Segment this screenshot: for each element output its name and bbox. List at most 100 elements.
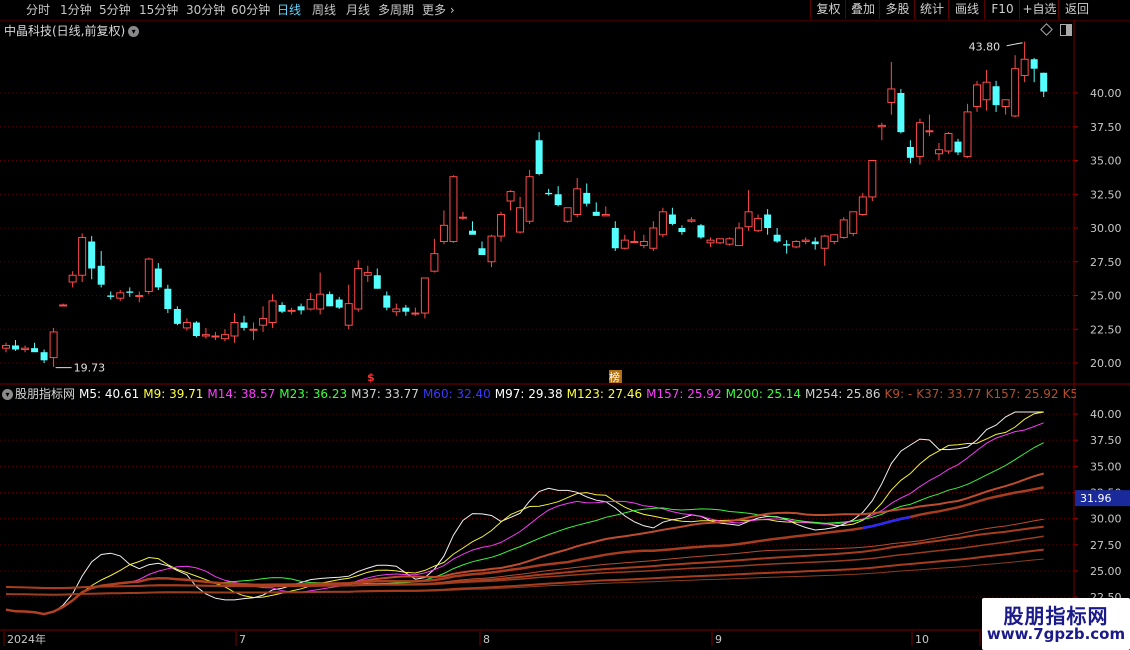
candle-body-up xyxy=(78,236,87,276)
candle-body-up xyxy=(287,309,296,312)
price-tick-label: 35.00 xyxy=(1090,155,1122,168)
candle-body-up xyxy=(516,207,525,233)
period-tab-3[interactable]: 15分钟 xyxy=(139,2,178,18)
candle-body-down xyxy=(40,352,48,361)
period-tab-1[interactable]: 1分钟 xyxy=(60,2,92,18)
candle-body-up xyxy=(982,81,991,101)
candle-body-down xyxy=(783,244,791,246)
price-tick-label: 30.00 xyxy=(1090,222,1122,235)
candle-body-up xyxy=(801,239,810,242)
period-tab-10[interactable]: 更多 › xyxy=(422,2,455,18)
candle-body-up xyxy=(649,227,658,249)
date-label: 7 xyxy=(239,633,246,646)
indicator-value-3: M23: 36.23 xyxy=(279,387,348,401)
price-tick-label: 37.50 xyxy=(1090,121,1122,134)
candle-body-down xyxy=(192,322,200,336)
candle-body-up xyxy=(839,219,848,238)
candle-body-up xyxy=(1011,68,1020,117)
toolbar-button-7[interactable]: 返回 xyxy=(1058,0,1095,19)
candle-body-up xyxy=(411,312,420,315)
candle-body-up xyxy=(973,84,982,108)
candle-body-up xyxy=(754,218,763,232)
watermark-url: www.7gpzb.com xyxy=(986,625,1126,643)
candle-body-down xyxy=(154,268,162,288)
candle-body-down xyxy=(326,294,334,307)
indicator-tick-label: 25.00 xyxy=(1090,565,1122,578)
indicator-legend: ▾ 股朋指标网 M5: 40.61 M9: 39.71 M14: 38.57 M23: 3… xyxy=(2,386,1076,402)
period-toolbar: 分时 1分钟 5分钟 15分钟 30分钟 60分钟 日线 周线 月线 多周期 更多 › 复权 叠加 多股统… xyxy=(0,0,1130,21)
period-tab-4[interactable]: 30分钟 xyxy=(186,2,225,18)
candle-body-up xyxy=(877,124,886,128)
candle-body-up xyxy=(430,253,439,272)
price-tick-label: 27.50 xyxy=(1090,256,1122,269)
date-label: 2024年 xyxy=(7,632,46,646)
candle-body-up xyxy=(1001,99,1010,107)
candle-body-up xyxy=(316,293,325,310)
candle-body-up xyxy=(392,308,401,313)
period-tab-2[interactable]: 5分钟 xyxy=(99,2,131,18)
candle-body-up xyxy=(135,295,144,297)
candle-body-up xyxy=(887,88,896,103)
toolbar-button-0[interactable]: 复权 xyxy=(810,0,846,19)
indicator-value-5: M60: 32.40 xyxy=(422,387,491,401)
candle-body-up xyxy=(915,122,924,157)
candle-body-up xyxy=(620,239,629,249)
toolbar-button-5[interactable]: F10 xyxy=(984,0,1020,19)
candle-body-up xyxy=(868,160,877,198)
indicator-value-2: M14: 38.57 xyxy=(207,387,276,401)
candle-body-down xyxy=(468,230,476,235)
kline-chart[interactable]: 40.00 37.50 35.00 32.50 30.00 27.50 25.00 22.50… xyxy=(0,20,1130,650)
indicator-menu-icon[interactable]: ▾ xyxy=(2,389,13,400)
candle-body-up xyxy=(525,176,534,222)
toolbar-button-1[interactable]: 叠加 xyxy=(845,0,880,19)
watermark-logo: 股朋指标网 www.7gpzb.com xyxy=(982,598,1130,650)
candle-body-up xyxy=(944,133,953,152)
candle-body-down xyxy=(478,248,486,255)
indicator-value-9: M200: 25.14 xyxy=(725,387,802,401)
period-tab-9[interactable]: 多周期 xyxy=(378,2,414,18)
indicator-tick-label: 37.50 xyxy=(1090,434,1122,447)
date-label: 8 xyxy=(483,633,490,646)
period-tab-7[interactable]: 周线 xyxy=(312,2,336,18)
candle-body-down xyxy=(592,211,600,216)
toolbar-button-6[interactable]: +自选 xyxy=(1019,0,1059,19)
candle-body-up xyxy=(59,304,68,307)
period-tab-5[interactable]: 60分钟 xyxy=(231,2,270,18)
indicator-tick-label: 27.50 xyxy=(1090,539,1122,552)
candle-body-up xyxy=(201,334,210,337)
period-tab-0[interactable]: 分时 xyxy=(26,2,50,18)
candle-body-down xyxy=(897,93,905,133)
candle-body-up xyxy=(820,235,829,249)
toolbar-button-2[interactable]: 多股 xyxy=(879,0,915,19)
candle-body-up xyxy=(573,188,582,216)
candle-body-up xyxy=(68,274,77,283)
candle-body-up xyxy=(706,239,715,244)
toolbar-button-4[interactable]: 画线 xyxy=(948,0,985,19)
indicator-value-7: M123: 27.46 xyxy=(566,387,643,401)
indicator-tick-label: 30.00 xyxy=(1090,513,1122,526)
indicator-value-6: M97: 29.38 xyxy=(494,387,563,401)
candle-body-down xyxy=(373,275,381,289)
candle-body-up xyxy=(497,214,506,237)
indicator-tick-label: 35.00 xyxy=(1090,460,1122,473)
indicator-value-0: M5: 40.61 xyxy=(79,387,140,401)
indicator-tick-label: 40.00 xyxy=(1090,408,1122,421)
period-tab-8[interactable]: 月线 xyxy=(346,2,370,18)
high-price-label: 43.80 xyxy=(969,41,1001,54)
candle-body-down xyxy=(1040,72,1048,92)
candle-body-up xyxy=(363,272,372,276)
candle-body-up xyxy=(858,196,867,215)
indicator-name[interactable]: 股朋指标网 xyxy=(15,387,75,401)
candle-body-down xyxy=(126,291,134,293)
price-tick-label: 25.00 xyxy=(1090,290,1122,303)
date-label: 10 xyxy=(915,633,929,646)
candle-body-up xyxy=(49,331,58,359)
candle-body-down xyxy=(297,306,305,311)
signal-dollar-marker: $ xyxy=(367,371,375,384)
period-tab-6[interactable]: 日线 xyxy=(277,2,301,18)
candle-body-down xyxy=(583,192,591,204)
candle-body-up xyxy=(725,238,734,245)
toolbar-button-3[interactable]: 统计 xyxy=(914,0,949,19)
candle-body-up xyxy=(306,299,315,310)
candle-body-up xyxy=(21,347,30,350)
